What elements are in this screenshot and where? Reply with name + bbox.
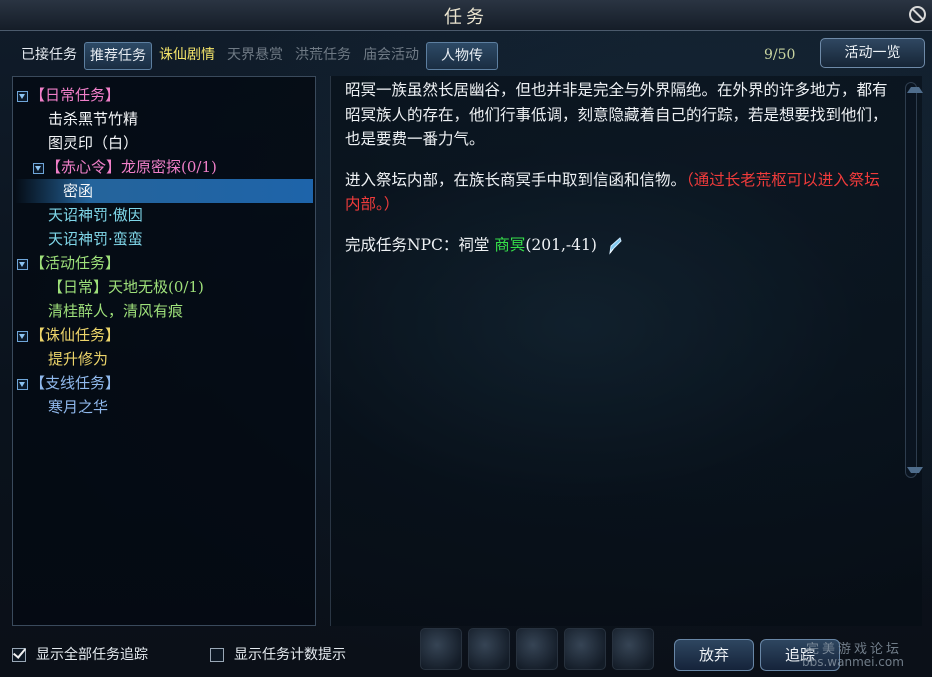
quest-item[interactable]: 天诏神罚·傲因 — [15, 203, 313, 227]
close-icon[interactable] — [909, 6, 926, 23]
objective-text: 进入祭坛内部，在族长商冥手中取到信函和信物。 — [345, 170, 687, 189]
quest-tabs: 已接任务 推荐任务 诛仙剧情 天界悬赏 洪荒任务 庙会活动 人物传 — [16, 42, 500, 70]
skill-hotbar-background — [420, 620, 680, 677]
hotbar-slot — [564, 628, 606, 670]
tab-honghuang[interactable]: 洪荒任务 — [290, 42, 356, 68]
tab-zhuxian-story[interactable]: 诛仙剧情 — [154, 42, 220, 68]
checkbox-unchecked[interactable] — [210, 648, 224, 662]
category-daily[interactable]: 【日常任务】 — [15, 83, 313, 107]
npc-line: 完成任务NPC：祠堂 商冥(201,-41) — [345, 233, 893, 258]
hotbar-slot — [420, 628, 462, 670]
tab-temple-fair[interactable]: 庙会活动 — [358, 42, 424, 68]
collapse-icon[interactable] — [17, 330, 28, 342]
hotbar-slot — [516, 628, 558, 670]
collapse-icon[interactable] — [17, 258, 28, 270]
abandon-button[interactable]: 放弃 — [674, 639, 754, 671]
quest-item[interactable]: 清桂醉人，清风有痕 — [15, 299, 313, 323]
detail-scrollbar[interactable] — [905, 82, 923, 478]
hotbar-slot — [612, 628, 654, 670]
tab-recommended[interactable]: 推荐任务 — [84, 42, 152, 70]
category-zhuxian[interactable]: 【诛仙任务】 — [15, 323, 313, 347]
quest-count: 9/50 — [764, 47, 796, 63]
forum-url-watermark: bbs.wanmei.com — [802, 655, 904, 669]
subcategory-chixin[interactable]: 【赤心令】龙原密探(0/1) — [15, 155, 313, 179]
category-event[interactable]: 【活动任务】 — [15, 251, 313, 275]
quest-story-text: 昭冥一族虽然长居幽谷，但也并非是完全与外界隔绝。在外界的许多地方，都有昭冥族人的… — [345, 81, 888, 148]
quest-item[interactable]: 图灵印（白） — [15, 131, 313, 155]
npc-label: 完成任务NPC：祠堂 — [345, 235, 490, 254]
tab-accepted[interactable]: 已接任务 — [16, 42, 82, 68]
quest-detail-panel: 昭冥一族虽然长居幽谷，但也并非是完全与外界隔绝。在外界的许多地方，都有昭冥族人的… — [330, 76, 922, 626]
quest-description: 昭冥一族虽然长居幽谷，但也并非是完全与外界隔绝。在外界的许多地方，都有昭冥族人的… — [345, 78, 893, 257]
show-count-hint-option[interactable]: 显示任务计数提示 — [210, 645, 346, 665]
tab-biography[interactable]: 人物传 — [426, 42, 498, 70]
tab-heaven-bounty[interactable]: 天界悬赏 — [222, 42, 288, 68]
collapse-icon[interactable] — [17, 90, 28, 102]
checkbox-checked[interactable] — [12, 648, 26, 662]
collapse-icon[interactable] — [17, 378, 28, 390]
npc-coordinates: (201,-41) — [525, 235, 597, 254]
show-all-tracking-option[interactable]: 显示全部任务追踪 — [12, 645, 148, 665]
quest-item[interactable]: 【日常】天地无极(0/1) — [15, 275, 313, 299]
quest-item[interactable]: 寒月之华 — [15, 395, 313, 419]
quest-item[interactable]: 天诏神罚·蛮蛮 — [15, 227, 313, 251]
activity-list-button[interactable]: 活动一览 — [820, 38, 925, 68]
hotbar-slot — [468, 628, 510, 670]
quest-item[interactable]: 击杀黑节竹精 — [15, 107, 313, 131]
quest-item-selected[interactable]: 密函 — [15, 179, 313, 203]
quest-tree-panel: 【日常任务】 击杀黑节竹精 图灵印（白） 【赤心令】龙原密探(0/1) 密函 天… — [12, 76, 316, 626]
scroll-up-arrow-icon[interactable] — [907, 87, 923, 93]
quest-tree: 【日常任务】 击杀黑节竹精 图灵印（白） 【赤心令】龙原密探(0/1) 密函 天… — [15, 83, 313, 419]
quest-item[interactable]: 提升修为 — [15, 347, 313, 371]
quest-objective: 进入祭坛内部，在族长商冥手中取到信函和信物。（通过长老荒枢可以进入祭坛内部。） — [345, 168, 893, 217]
category-branch[interactable]: 【支线任务】 — [15, 371, 313, 395]
collapse-icon[interactable] — [33, 162, 44, 174]
scroll-down-arrow-icon[interactable] — [907, 467, 923, 473]
window-title: 任务 — [444, 7, 488, 28]
auto-path-quill-icon[interactable] — [608, 236, 622, 255]
npc-name-link[interactable]: 商冥 — [494, 236, 525, 254]
window-titlebar[interactable]: 任务 — [0, 0, 932, 31]
